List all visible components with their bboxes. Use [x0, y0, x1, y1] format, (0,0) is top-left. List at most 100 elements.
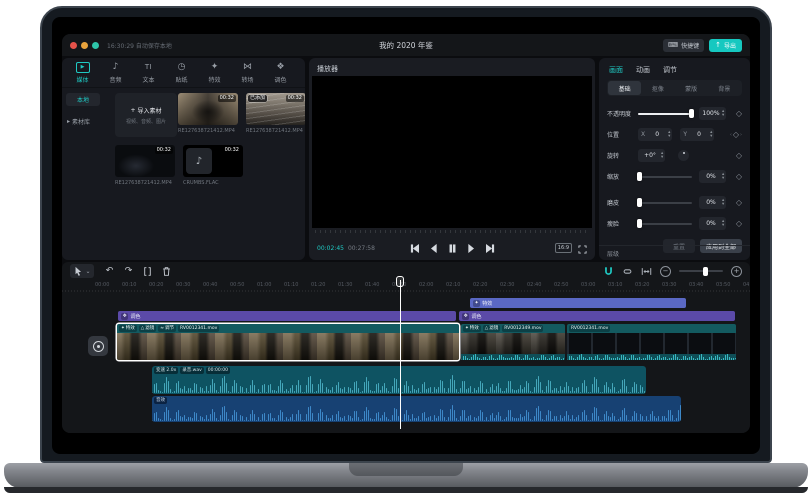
palette-icon: ❖ [121, 313, 128, 320]
next-frame-button[interactable] [466, 243, 476, 253]
tab-adjust[interactable]: 调节 [663, 65, 677, 75]
tab-audio[interactable]: ♪ 音频 [99, 62, 132, 84]
scale-value[interactable]: 0% ▴▾ [699, 170, 726, 183]
rotation-dial[interactable] [678, 150, 689, 161]
opacity-slider[interactable] [638, 113, 692, 115]
rotation-value[interactable]: +0° ▴▾ [638, 149, 665, 162]
previous-frame-button[interactable] [428, 243, 438, 253]
export-button[interactable]: ↑ 导出 [709, 39, 742, 52]
palette-icon: ❖ [462, 313, 469, 320]
keyframe-diamond-icon[interactable]: ◇ [736, 109, 742, 118]
tab-picture[interactable]: 画面 [609, 65, 623, 75]
import-media-button[interactable]: + 导入素材 视频、音频、图片 [115, 93, 177, 137]
stepper-icon[interactable]: ▴▾ [661, 152, 663, 160]
timeline-zoom-slider[interactable] [679, 270, 723, 272]
ruler-tick-label: 00:50 [230, 282, 244, 288]
ruler-tick-label: 03:00 [581, 282, 595, 288]
expand-tracks-icon[interactable] [641, 262, 652, 281]
undo-button[interactable]: ↶ [100, 264, 119, 278]
video-clip-2[interactable]: ✦特效 △滤镜 RV0012349.mov [461, 324, 565, 360]
library-sidebar: 本地 ▸ 素材库 [62, 88, 106, 258]
tab-effects[interactable]: ✦ 特效 [198, 62, 231, 84]
sidebar-item-store[interactable]: ▸ 素材库 [66, 117, 102, 126]
skip-end-button[interactable] [485, 243, 495, 253]
layer-level-label: 层级 [599, 245, 750, 260]
smooth-skin-value[interactable]: 0% ▴▾ [699, 196, 726, 209]
slim-face-value[interactable]: 0% ▴▾ [699, 217, 726, 230]
split-clip-button[interactable] [138, 264, 157, 278]
audio-clip-recording[interactable]: 变速 2.0x 录音.wav 00:00:00 [152, 366, 646, 394]
tab-color[interactable]: ❖ 调色 [264, 62, 297, 84]
tab-text[interactable]: TI 文本 [132, 62, 165, 84]
skip-start-button[interactable] [409, 243, 419, 253]
keyframe-diamond-icon[interactable]: ‹◇› [730, 130, 742, 139]
stepper-icon[interactable]: ▴▾ [722, 199, 724, 207]
aspect-ratio-button[interactable]: 16:9 [555, 243, 572, 253]
link-preview-icon[interactable] [622, 262, 633, 281]
ruler-tick-label: 04:00 [743, 282, 750, 288]
keyframe-diamond-icon[interactable]: ◇ [736, 198, 742, 207]
scale-slider[interactable] [638, 176, 692, 178]
shortcuts-label: 快捷键 [681, 41, 699, 50]
player-scrub-strip[interactable] [315, 230, 589, 233]
stepper-icon[interactable]: ▴▾ [668, 131, 670, 139]
minimize-window-button[interactable] [81, 42, 88, 49]
stepper-icon[interactable]: ▴▾ [722, 173, 724, 181]
position-row: 位置 X 0 ▴▾ Y 0 ▴▾ [607, 124, 742, 145]
close-window-button[interactable] [70, 42, 77, 49]
tab-sticker[interactable]: ◷ 贴纸 [165, 62, 198, 84]
clip-filmstrip [567, 333, 736, 354]
audio-icon: ♪ [113, 62, 119, 73]
redo-button[interactable]: ↷ [119, 264, 138, 278]
video-clip-1-selected[interactable]: ✦特效 △滤镜 ≈调节 RV0012341.mov [117, 324, 459, 360]
playhead-handle[interactable] [396, 276, 404, 287]
smooth-skin-slider[interactable] [638, 202, 692, 204]
snap-magnet-icon[interactable] [603, 262, 614, 281]
ruler-tick-label: 00:00 [95, 282, 109, 288]
position-y-field[interactable]: Y 0 ▴▾ [680, 128, 714, 141]
video-clip-3[interactable]: RV0012341.mov [567, 324, 736, 360]
stepper-icon[interactable]: ▴▾ [722, 110, 724, 118]
keyframe-diamond-icon[interactable]: ◇ [736, 172, 742, 181]
media-icon: ▶ [76, 62, 90, 73]
tab-media[interactable]: ▶ 媒体 [66, 62, 99, 84]
tab-animation[interactable]: 动画 [636, 65, 650, 75]
ruler-tick-label: 01:20 [311, 282, 325, 288]
zoom-window-button[interactable] [92, 42, 99, 49]
fullscreen-icon[interactable] [578, 239, 587, 258]
sidebar-item-local[interactable]: 本地 [66, 93, 100, 106]
subtab-mask[interactable]: 蒙版 [675, 81, 708, 95]
pause-button[interactable] [447, 243, 457, 253]
laptop-screen-bezel: 16:30:29 自动保存本地 我的 2020 年鉴 ⌨ 快捷键 ↑ 导出 [40, 6, 772, 463]
media-item-2[interactable]: 已添加 00:32 RE127638721412.MP4 [246, 93, 305, 134]
media-item-1[interactable]: 00:32 RE127638721412.MP4 [178, 93, 238, 134]
color-track-bar-2[interactable]: ❖ 调色 [459, 311, 735, 321]
keyboard-icon: ⌨ [668, 42, 678, 49]
color-track-bar-1[interactable]: ❖ 调色 [118, 311, 456, 321]
tab-transitions[interactable]: ⋈ 转场 [231, 62, 264, 84]
zoom-out-icon[interactable]: − [660, 266, 671, 277]
rotation-row: 旋转 +0° ▴▾ ◇ [607, 145, 742, 166]
opacity-value[interactable]: 100% ▴▾ [699, 107, 726, 120]
keyframe-diamond-icon[interactable]: ◇ [736, 219, 742, 228]
slim-face-slider[interactable] [638, 223, 692, 225]
position-x-field[interactable]: X 0 ▴▾ [638, 128, 672, 141]
timeline-ruler[interactable]: 00:0000:1000:2000:3000:4000:5001:0001:10… [62, 280, 750, 292]
ruler-tick-label: 03:40 [689, 282, 703, 288]
media-item-4[interactable]: ♪ 00:32 CRUMBS.FLAC [183, 145, 243, 186]
stepper-icon[interactable]: ▴▾ [710, 131, 712, 139]
delete-button[interactable] [157, 264, 176, 278]
select-tool-button[interactable]: ⌄ [70, 264, 94, 278]
media-item-3[interactable]: 00:32 RE127638721412.MP4 [115, 145, 175, 186]
subtab-background[interactable]: 背景 [708, 81, 741, 95]
subtab-basic[interactable]: 基础 [608, 81, 641, 95]
subtab-chroma[interactable]: 抠像 [641, 81, 674, 95]
zoom-in-icon[interactable]: + [731, 266, 742, 277]
playhead-line[interactable] [400, 280, 401, 429]
stepper-icon[interactable]: ▴▾ [722, 220, 724, 228]
track-toggle-button[interactable] [88, 336, 108, 356]
shortcuts-button[interactable]: ⌨ 快捷键 [663, 39, 704, 52]
effect-track-bar[interactable]: ✦ 特效 [470, 298, 686, 308]
audio-clip-sfx[interactable]: 音效 [152, 396, 681, 422]
keyframe-diamond-icon[interactable]: ◇ [736, 151, 742, 160]
